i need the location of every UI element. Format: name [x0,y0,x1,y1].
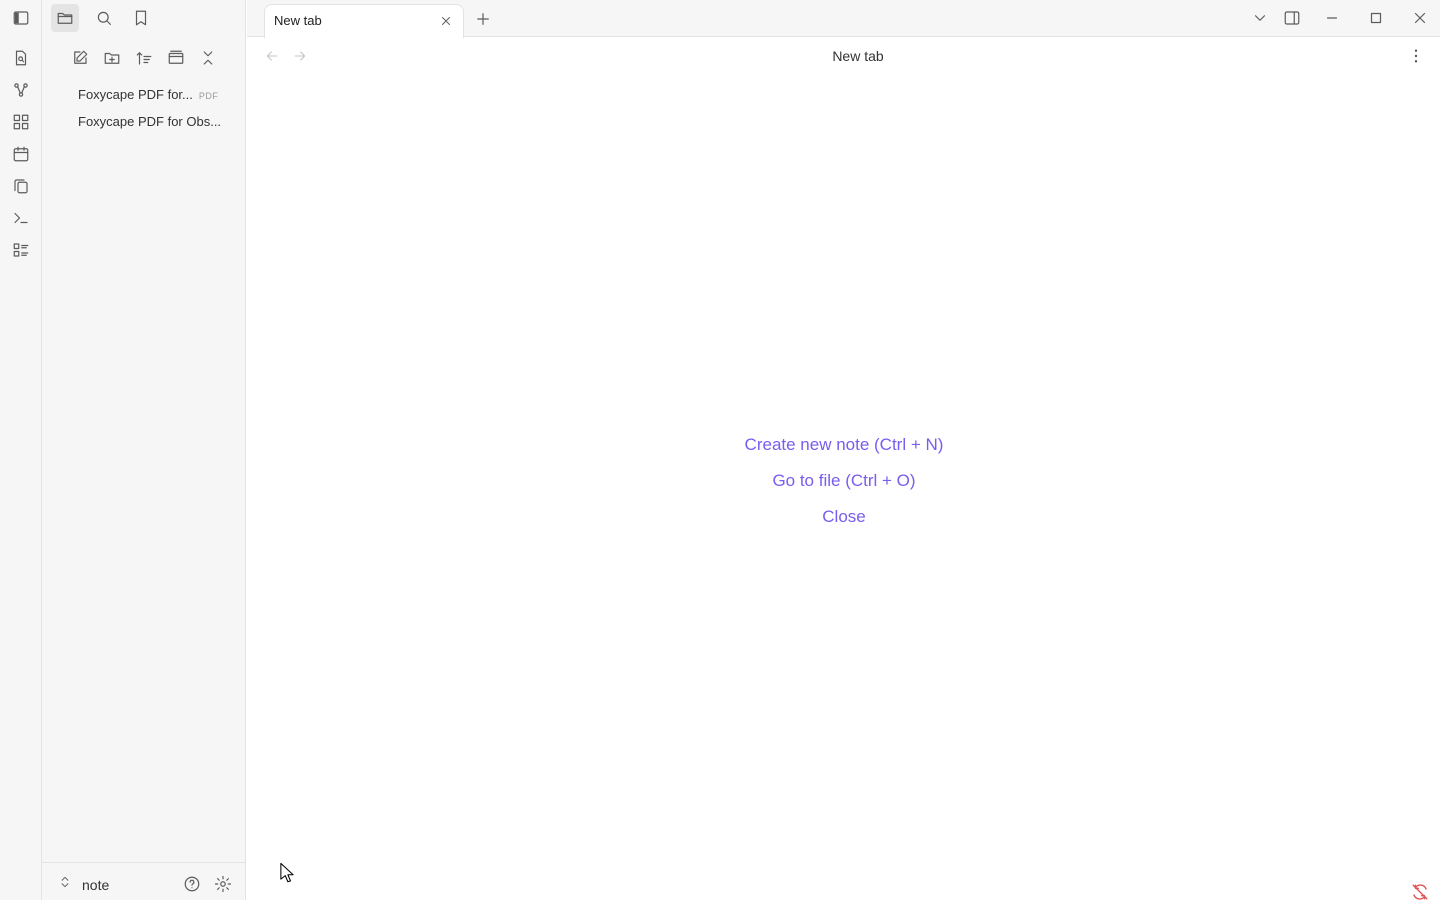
file-name: Foxycape PDF for Obs... [78,114,222,129]
sidebar-toggle-icon[interactable] [11,8,31,28]
right-sidebar-toggle-icon[interactable] [1280,6,1304,30]
view-header: New tab [247,37,1440,75]
command-list-icon[interactable] [11,240,31,260]
file-type-badge: PDF [198,91,219,101]
ribbon [0,0,42,900]
file-item[interactable]: Foxycape PDF for Obs... [78,114,221,129]
folder-icon[interactable] [51,4,79,32]
file-name: Foxycape PDF for... [78,87,193,102]
file-explorer-actions [42,44,246,72]
more-options-icon[interactable] [1404,44,1428,68]
view-title: New tab [832,48,884,64]
maximize-icon[interactable] [1364,6,1388,30]
help-icon[interactable] [183,875,201,893]
new-folder-icon[interactable] [98,44,126,72]
vault-name[interactable]: note [82,877,109,893]
sync-warning-icon[interactable] [1411,883,1429,901]
auto-reveal-icon[interactable] [162,44,190,72]
create-new-note-link[interactable]: Create new note (Ctrl + N) [644,432,1044,468]
collapse-all-icon[interactable] [194,44,222,72]
file-explorer-sidebar: Foxycape PDF for... PDF Foxycape PDF for … [42,0,246,900]
bookmark-icon[interactable] [127,4,155,32]
file-item[interactable]: Foxycape PDF for... PDF [78,87,218,102]
graph-icon[interactable] [11,80,31,100]
tab-bar: New tab [247,0,1440,38]
minimize-icon[interactable] [1320,6,1344,30]
new-note-icon[interactable] [66,44,94,72]
chevron-up-down-icon[interactable] [58,875,72,889]
tab-new-tab[interactable]: New tab [264,4,464,38]
terminal-icon[interactable] [11,208,31,228]
tab-list-chevron-icon[interactable] [1248,6,1272,30]
vault-switcher-bar: note [42,862,246,900]
close-window-icon[interactable] [1408,6,1432,30]
copy-icon[interactable] [11,176,31,196]
close-link[interactable]: Close [644,504,1044,540]
close-tab-icon[interactable] [436,11,456,31]
go-to-file-link[interactable]: Go to file (Ctrl + O) [644,468,1044,504]
search-icon[interactable] [90,4,118,32]
file-icon[interactable] [11,48,31,68]
mouse-cursor-icon [280,862,294,884]
new-tab-icon[interactable] [471,7,495,31]
canvas-icon[interactable] [11,112,31,132]
tab-label: New tab [274,13,322,28]
sidebar-tab-header [42,4,246,32]
calendar-icon[interactable] [11,144,31,164]
empty-state-actions: Create new note (Ctrl + N) Go to file (C… [644,432,1044,540]
settings-icon[interactable] [214,875,232,893]
sort-icon[interactable] [130,44,158,72]
